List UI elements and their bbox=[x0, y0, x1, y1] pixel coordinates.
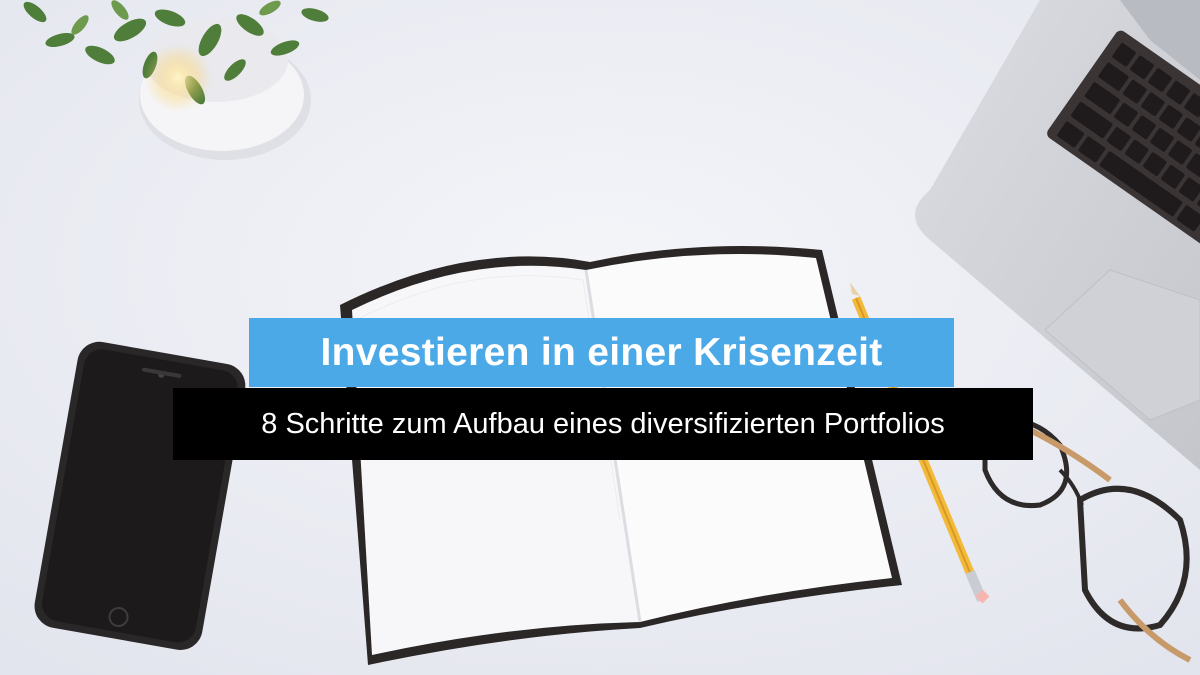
subtitle-banner: 8 Schritte zum Aufbau eines diversifizie… bbox=[173, 388, 1033, 460]
title-banner: Investieren in einer Krisenzeit bbox=[249, 318, 954, 387]
page-subtitle: 8 Schritte zum Aufbau eines diversifizie… bbox=[261, 407, 945, 440]
page-title: Investieren in einer Krisenzeit bbox=[320, 330, 883, 374]
